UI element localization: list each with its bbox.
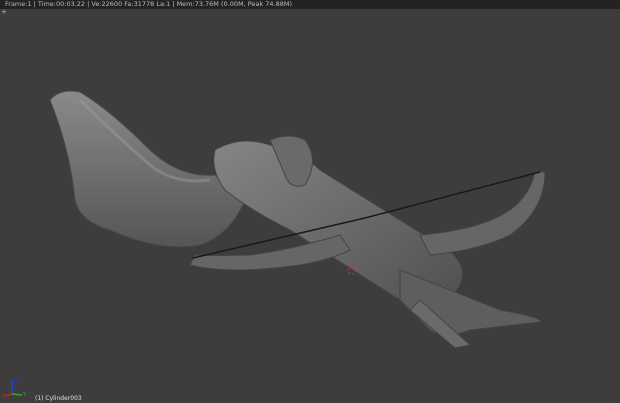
axis-gizmo-icon: Z Y X <box>2 379 27 398</box>
active-object-label: (1) Cylinder003 <box>35 395 82 402</box>
axis-x-label: X <box>2 394 6 398</box>
crossbow-model <box>49 90 546 349</box>
axis-z-label: Z <box>14 379 18 385</box>
axis-y-label: Y <box>22 392 27 398</box>
bow-limb-right <box>419 171 546 256</box>
